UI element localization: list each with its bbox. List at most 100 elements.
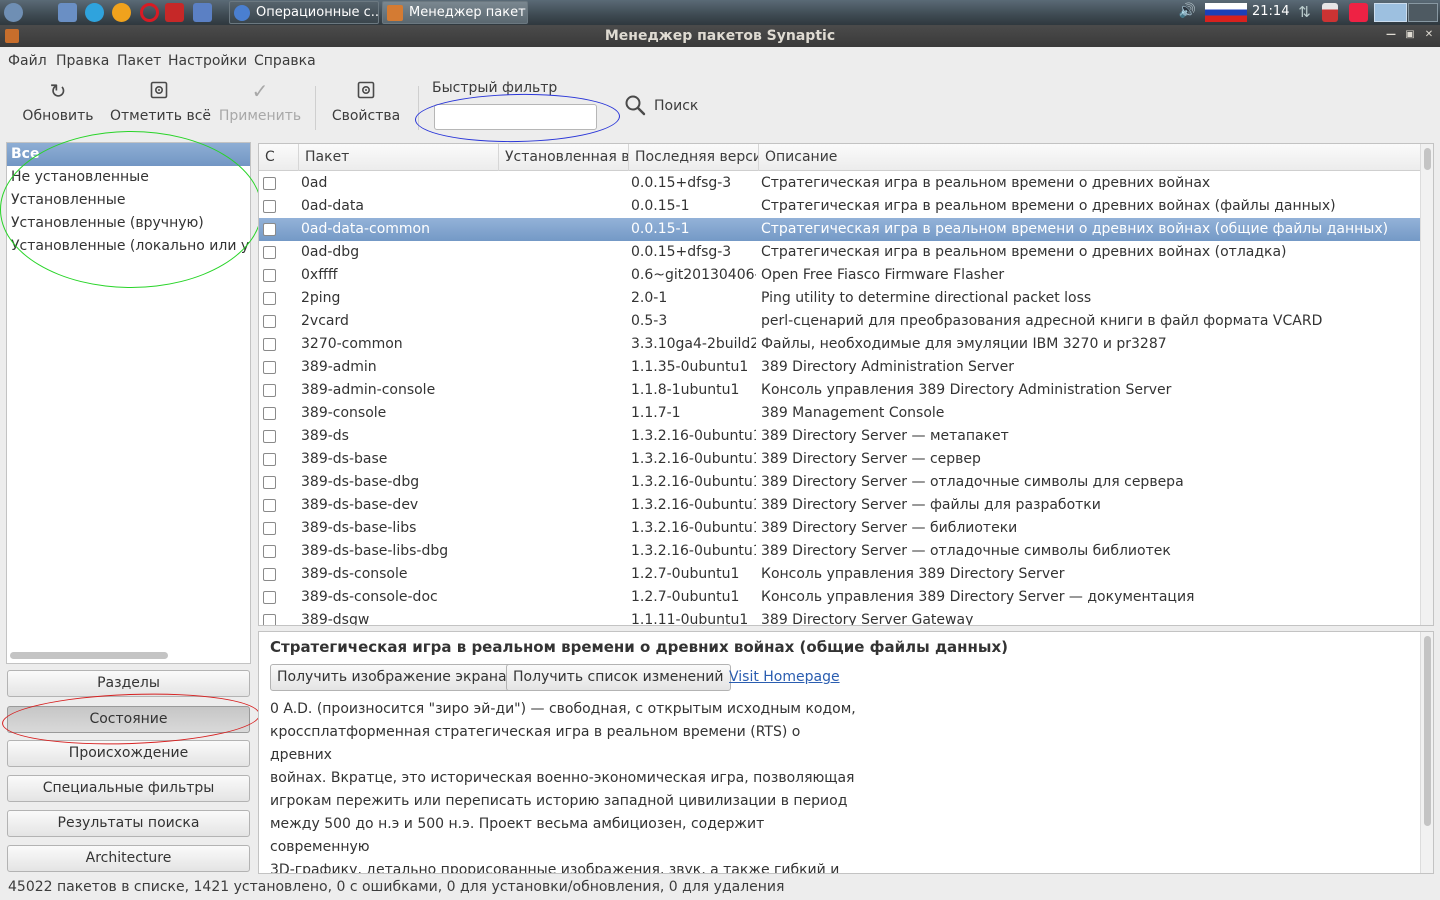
package-checkbox[interactable] <box>263 430 276 443</box>
package-checkbox[interactable] <box>263 384 276 397</box>
package-checkbox[interactable] <box>263 177 276 190</box>
table-row[interactable]: 389-console 1.1.7-1 389 Management Console <box>259 402 1421 425</box>
table-row[interactable]: 0ad-data 0.0.15-1 Стратегическая игра в ре… <box>259 195 1421 218</box>
table-row[interactable]: 389-ds-console-doc 1.2.7-0ubuntu1 Консоль … <box>259 586 1421 609</box>
table-row[interactable]: 389-ds-base-libs-dbg 1.3.2.16-0ubuntu1 389… <box>259 540 1421 563</box>
table-row[interactable]: 0xffff 0.6~git20130406-1 Open Free Fiasco … <box>259 264 1421 287</box>
package-table-scrollbar[interactable] <box>1420 144 1433 625</box>
menu-launcher-icon[interactable] <box>4 3 23 22</box>
package-checkbox[interactable] <box>263 545 276 558</box>
filter-item-installed-local[interactable]: Установленные (локально или уст <box>7 235 250 258</box>
mark-all-upgrades-button[interactable]: Отметить всё <box>110 80 211 132</box>
category-custom-filters-button[interactable]: Специальные фильтры <box>7 775 250 802</box>
opera-icon[interactable] <box>140 3 159 22</box>
volume-icon[interactable]: 🔊 <box>1178 3 1197 22</box>
package-name: 389-admin <box>301 359 377 375</box>
filter-item-installed[interactable]: Установленные <box>7 189 250 212</box>
table-row[interactable]: 0ad-data-common 0.0.15-1 Стратегическая иг… <box>259 218 1421 241</box>
details-scroll-thumb[interactable] <box>1424 636 1431 826</box>
quick-filter-input[interactable] <box>434 104 597 130</box>
table-row[interactable]: 389-ds-console 1.2.7-0ubuntu1 Консоль упра… <box>259 563 1421 586</box>
filter-list-scrollbar[interactable] <box>10 652 168 659</box>
table-row[interactable]: 389-admin 1.1.35-0ubuntu1 389 Directory Ad… <box>259 356 1421 379</box>
table-row[interactable]: 389-ds-base 1.3.2.16-0ubuntu1 389 Director… <box>259 448 1421 471</box>
column-status[interactable]: С <box>259 144 299 171</box>
package-checkbox[interactable] <box>263 361 276 374</box>
battery-icon[interactable] <box>1322 3 1338 22</box>
filter-item-not-installed[interactable]: Не установленные <box>7 166 250 189</box>
reload-button[interactable]: ↻ Обновить <box>22 80 94 132</box>
table-row[interactable]: 3270-common 3.3.10ga4-2build2 Файлы, необх… <box>259 333 1421 356</box>
minimize-icon[interactable]: — <box>1384 28 1398 42</box>
details-scrollbar[interactable] <box>1420 632 1433 873</box>
table-row[interactable]: 389-ds 1.3.2.16-0ubuntu1 389 Directory Ser… <box>259 425 1421 448</box>
dc-icon[interactable] <box>165 3 184 22</box>
column-installed-version[interactable]: Установленная в <box>499 144 629 171</box>
menu-package[interactable]: Пакет <box>117 53 161 69</box>
network-icon[interactable]: ⇅ <box>1295 3 1314 22</box>
avast-icon[interactable] <box>112 3 131 22</box>
table-row[interactable]: 389-ds-base-dev 1.3.2.16-0ubuntu1 389 Dire… <box>259 494 1421 517</box>
package-name: 389-admin-console <box>301 382 436 398</box>
package-checkbox[interactable] <box>263 568 276 581</box>
package-checkbox[interactable] <box>263 315 276 328</box>
menu-edit[interactable]: Правка <box>56 53 109 69</box>
workspace-switcher-2[interactable] <box>1408 3 1438 22</box>
package-description: Open Free Fiasco Firmware Flasher <box>761 267 1005 283</box>
category-architecture-button[interactable]: Architecture <box>7 845 250 872</box>
filter-item-installed-manual[interactable]: Установленные (вручную) <box>7 212 250 235</box>
maximize-icon[interactable]: ▣ <box>1403 28 1417 42</box>
properties-button[interactable]: Свойства <box>330 80 402 132</box>
get-screenshot-button[interactable]: Получить изображение экрана <box>270 664 514 691</box>
visit-homepage-link[interactable]: Visit Homepage <box>729 669 840 685</box>
menu-help[interactable]: Справка <box>254 53 316 69</box>
package-table-scroll-thumb[interactable] <box>1424 148 1431 170</box>
package-checkbox[interactable] <box>263 407 276 420</box>
package-checkbox[interactable] <box>263 338 276 351</box>
table-row[interactable]: 389-ds-base-libs 1.3.2.16-0ubuntu1 389 Dir… <box>259 517 1421 540</box>
table-row[interactable]: 389-admin-console 1.1.8-1ubuntu1 Консоль у… <box>259 379 1421 402</box>
menu-file[interactable]: Файл <box>8 53 47 69</box>
latest-version: 3.3.10ga4-2build2 <box>631 336 756 352</box>
category-status-button[interactable]: Состояние <box>7 706 250 733</box>
package-checkbox[interactable] <box>263 614 276 625</box>
update-icon[interactable] <box>1349 3 1368 22</box>
table-row[interactable]: 0ad-dbg 0.0.15+dfsg-3 Стратегическая игра … <box>259 241 1421 264</box>
system-monitor-icon[interactable] <box>193 3 212 22</box>
filter-item-all[interactable]: Все <box>7 143 250 166</box>
window-title-bar[interactable]: Менеджер пакетов Synaptic — ▣ ✕ <box>0 25 1440 47</box>
package-checkbox[interactable] <box>263 200 276 213</box>
category-search-results-button[interactable]: Результаты поиска <box>7 810 250 837</box>
task-browser[interactable]: Операционные с... <box>229 1 379 24</box>
package-checkbox[interactable] <box>263 522 276 535</box>
package-checkbox[interactable] <box>263 269 276 282</box>
telegram-icon[interactable] <box>85 3 104 22</box>
package-checkbox[interactable] <box>263 591 276 604</box>
package-description: Консоль управления 389 Directory Server … <box>761 589 1195 605</box>
package-checkbox[interactable] <box>263 223 276 236</box>
keyboard-layout-flag-icon[interactable] <box>1205 3 1247 22</box>
table-row[interactable]: 2ping 2.0-1 Ping utility to determine dire… <box>259 287 1421 310</box>
table-row[interactable]: 2vcard 0.5-3 perl-сценарий для преобразова… <box>259 310 1421 333</box>
category-sections-button[interactable]: Разделы <box>7 670 250 697</box>
column-description[interactable]: Описание <box>759 144 1421 171</box>
table-row[interactable]: 389-dsgw 1.1.11-0ubuntu1 389 Directory Ser… <box>259 609 1421 625</box>
get-changelog-button[interactable]: Получить список изменений <box>506 664 731 691</box>
menu-settings[interactable]: Настройки <box>168 53 247 69</box>
package-checkbox[interactable] <box>263 476 276 489</box>
file-manager-icon[interactable] <box>58 3 77 22</box>
column-latest-version[interactable]: Последняя верси <box>629 144 759 171</box>
category-origin-button[interactable]: Происхождение <box>7 740 250 767</box>
package-checkbox[interactable] <box>263 292 276 305</box>
apply-button[interactable]: ✓ Применить <box>218 80 302 132</box>
close-icon[interactable]: ✕ <box>1422 28 1436 42</box>
clock[interactable]: 21:14 <box>1252 4 1289 19</box>
column-package[interactable]: Пакет <box>299 144 499 171</box>
table-row[interactable]: 0ad 0.0.15+dfsg-3 Стратегическая игра в ре… <box>259 172 1421 195</box>
task-synaptic[interactable]: Менеджер пакет... <box>382 1 528 24</box>
package-checkbox[interactable] <box>263 246 276 259</box>
workspace-switcher[interactable] <box>1374 3 1407 22</box>
table-row[interactable]: 389-ds-base-dbg 1.3.2.16-0ubuntu1 389 Dire… <box>259 471 1421 494</box>
package-checkbox[interactable] <box>263 499 276 512</box>
package-checkbox[interactable] <box>263 453 276 466</box>
